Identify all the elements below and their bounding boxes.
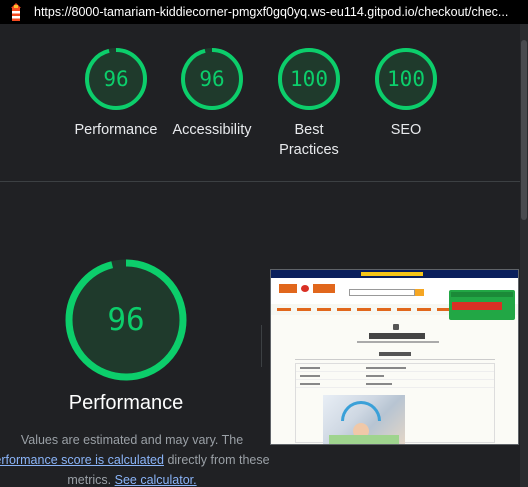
order-complete-subtext	[357, 341, 439, 343]
gauge-performance[interactable]: 96 Performance	[66, 46, 166, 140]
lighthouse-icon	[11, 3, 21, 21]
site-search-input	[349, 289, 415, 296]
performance-score: 96	[107, 302, 145, 338]
gauge-label: Accessibility	[172, 122, 252, 138]
see-calculator-link[interactable]: See calculator.	[115, 473, 197, 487]
product-photo	[323, 395, 405, 444]
site-logo	[279, 284, 339, 293]
note-text-mid: directly from these	[167, 453, 270, 467]
gauge-score: 96	[199, 67, 225, 91]
gauge-best-practices[interactable]: 100 Best Practices	[259, 46, 359, 160]
site-nav-items	[277, 308, 457, 311]
announcement-text-block	[361, 272, 423, 276]
score-calculated-link[interactable]: erformance score is calculated	[0, 453, 164, 467]
site-hr	[295, 359, 495, 360]
note-text-end: metrics.	[67, 473, 112, 487]
site-success-toast	[449, 290, 515, 320]
order-complete-heading	[369, 333, 425, 339]
page-url[interactable]: https://8000-tamariam-kiddiecorner-pmgxf…	[34, 5, 508, 19]
gauge-score: 96	[103, 67, 129, 91]
site-announcement-bar	[271, 270, 518, 278]
gauge-score: 100	[290, 67, 328, 91]
gauge-label: SEO	[390, 122, 422, 138]
gauge-label: Performance	[74, 122, 158, 138]
address-bar: https://8000-tamariam-kiddiecorner-pmgxf…	[0, 0, 528, 24]
site-body	[271, 315, 518, 444]
thumbs-up-icon	[393, 324, 399, 330]
gauge-score: 100	[387, 67, 425, 91]
score-note: Values are estimated and may vary. The e…	[0, 430, 270, 487]
order-details-heading	[379, 352, 411, 356]
vertical-divider	[261, 325, 262, 367]
gauge-seo[interactable]: 100 SEO	[356, 46, 456, 140]
note-text: Values are estimated and may vary. The	[20, 433, 244, 447]
gauge-label: Best Practices	[279, 122, 339, 158]
site-search-button	[415, 289, 424, 296]
performance-title: Performance	[68, 392, 184, 414]
section-divider	[0, 181, 520, 182]
final-screenshot[interactable]	[270, 269, 519, 445]
score-gauges: 96 Performance 96 Accessibility 100 Best…	[0, 24, 520, 181]
scrollbar-thumb[interactable]	[521, 40, 527, 220]
gauge-accessibility[interactable]: 96 Accessibility	[162, 46, 262, 140]
